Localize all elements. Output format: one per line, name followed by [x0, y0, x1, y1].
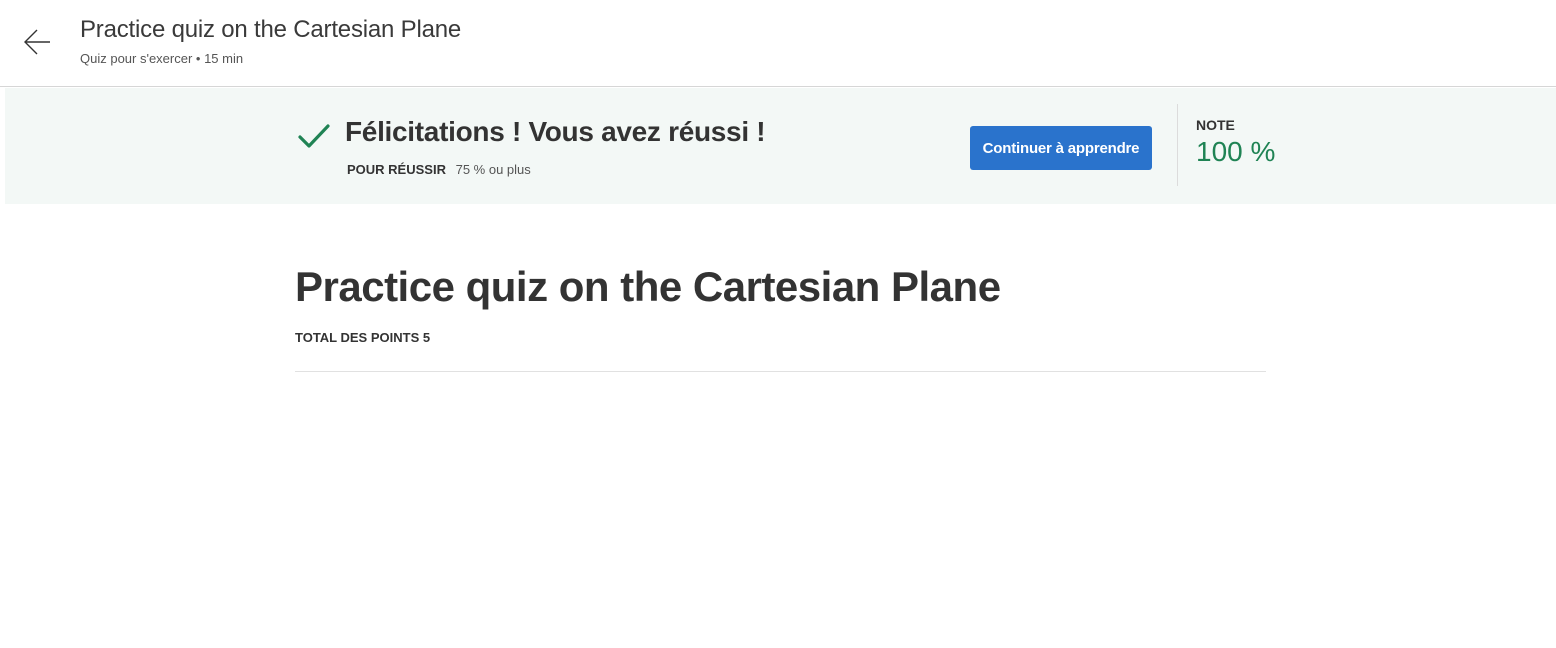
- checkmark-icon: [298, 124, 330, 148]
- header-title: Practice quiz on the Cartesian Plane: [80, 16, 462, 43]
- app-header: Practice quiz on the Cartesian Plane Qui…: [0, 0, 1556, 87]
- pass-requirement-value: 75 % ou plus: [455, 162, 531, 177]
- result-banner: [5, 88, 1556, 204]
- grade-label: NOTE: [1196, 117, 1235, 133]
- quiz-title: Practice quiz on the Cartesian Plane: [295, 263, 1001, 310]
- back-button[interactable]: [18, 22, 56, 62]
- pass-requirement: POUR RÉUSSIR 75 % ou plus: [347, 162, 531, 177]
- arrow-left-icon: [24, 29, 50, 55]
- grade-value: 100 %: [1196, 136, 1276, 167]
- result-heading: Félicitations ! Vous avez réussi !: [345, 116, 766, 147]
- total-points: TOTAL DES POINTS 5: [295, 330, 431, 345]
- header-subtitle: Quiz pour s'exercer • 15 min: [80, 51, 244, 66]
- pass-requirement-label: POUR RÉUSSIR: [347, 162, 446, 177]
- banner-divider: [1177, 104, 1178, 186]
- continue-learning-button[interactable]: Continuer à apprendre: [970, 126, 1152, 170]
- content-divider: [295, 371, 1266, 372]
